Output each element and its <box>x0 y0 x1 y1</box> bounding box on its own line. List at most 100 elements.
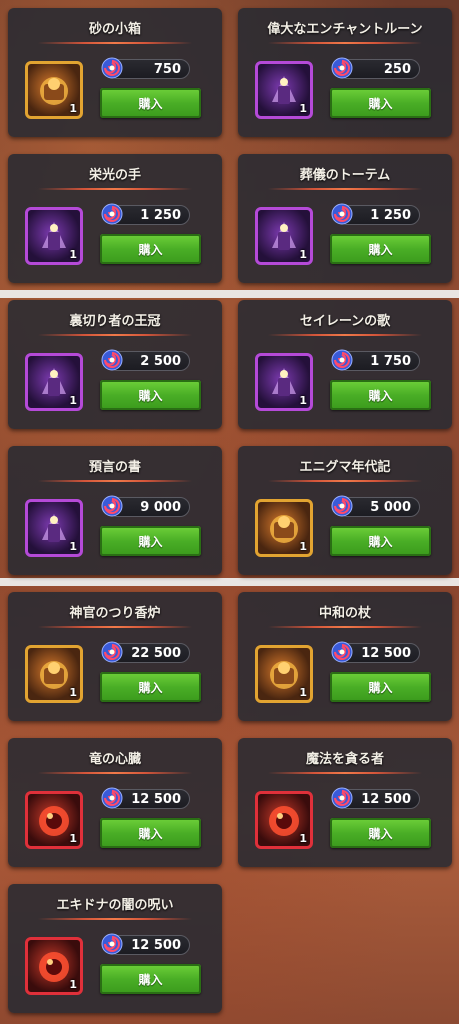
buy-button[interactable]: 購入 <box>330 234 431 264</box>
shop-item-card: セイレーンの歌 1 1 750 購入 <box>238 300 452 429</box>
price-tag: 9 000 <box>101 495 190 517</box>
item-title: 魔法を貪る者 <box>305 752 384 767</box>
shop-item-card: 偉大なエンチャントルーン 1 250 購入 <box>238 8 452 137</box>
enchant-rune-icon[interactable]: 1 <box>255 61 313 119</box>
shop-item-card: 栄光の手 1 1 250 購入 <box>8 154 222 283</box>
crown-icon[interactable]: 1 <box>25 353 83 411</box>
swirl-gem-icon <box>331 57 353 79</box>
price-tag: 12 500 <box>101 933 190 955</box>
section-divider <box>0 578 459 586</box>
price-value: 12 500 <box>361 792 411 807</box>
swirl-gem-icon <box>101 641 123 663</box>
shop-item-card: 砂の小箱 1 750 購入 <box>8 8 222 137</box>
buy-button[interactable]: 購入 <box>100 234 201 264</box>
item-quantity: 1 <box>69 978 77 991</box>
title-separator <box>268 188 422 190</box>
shop-item-card: エキドナの闇の呪い 1 12 500 購入 <box>8 884 222 1013</box>
item-title: 葬儀のトーテム <box>299 168 391 183</box>
section-divider <box>0 290 459 298</box>
price-value: 12 500 <box>131 938 181 953</box>
price-tag: 1 250 <box>101 203 190 225</box>
item-title: 竜の心臓 <box>88 752 141 767</box>
sand-box-icon[interactable]: 1 <box>25 61 83 119</box>
price-value: 1 250 <box>370 208 411 223</box>
item-quantity: 1 <box>299 102 307 115</box>
scroll-icon[interactable]: 1 <box>255 499 313 557</box>
item-quantity: 1 <box>69 540 77 553</box>
buy-button[interactable]: 購入 <box>330 380 431 410</box>
title-separator <box>268 480 422 482</box>
censer-icon[interactable]: 1 <box>25 645 83 703</box>
buy-button[interactable]: 購入 <box>330 818 431 848</box>
swirl-gem-icon <box>101 57 123 79</box>
prophecy-book-icon[interactable]: 1 <box>25 499 83 557</box>
title-separator <box>38 626 192 628</box>
price-tag: 22 500 <box>101 641 190 663</box>
price-value: 9 000 <box>140 500 181 515</box>
item-quantity: 1 <box>299 832 307 845</box>
item-quantity: 1 <box>69 394 77 407</box>
price-tag: 5 000 <box>331 495 420 517</box>
title-separator <box>38 918 192 920</box>
swirl-gem-icon <box>331 641 353 663</box>
dragon-heart-icon[interactable]: 1 <box>25 791 83 849</box>
price-value: 750 <box>153 62 181 77</box>
title-separator <box>268 334 422 336</box>
title-separator <box>38 480 192 482</box>
buy-button[interactable]: 購入 <box>330 526 431 556</box>
candle-hand-icon[interactable]: 1 <box>25 207 83 265</box>
title-separator <box>268 772 422 774</box>
title-separator <box>38 772 192 774</box>
item-quantity: 1 <box>299 686 307 699</box>
title-separator <box>38 42 192 44</box>
item-title: 栄光の手 <box>88 168 141 183</box>
buy-button[interactable]: 購入 <box>100 526 201 556</box>
price-value: 1 750 <box>370 354 411 369</box>
swirl-gem-icon <box>331 349 353 371</box>
item-quantity: 1 <box>299 248 307 261</box>
price-tag: 1 750 <box>331 349 420 371</box>
price-tag: 250 <box>331 57 420 79</box>
buy-button[interactable]: 購入 <box>100 380 201 410</box>
price-value: 2 500 <box>140 354 181 369</box>
title-separator <box>38 334 192 336</box>
buy-button[interactable]: 購入 <box>100 964 201 994</box>
item-title: 中和の杖 <box>318 606 371 621</box>
buy-button[interactable]: 購入 <box>330 672 431 702</box>
title-separator <box>268 42 422 44</box>
shop-item-card: 裏切り者の王冠 1 2 500 購入 <box>8 300 222 429</box>
shop-item-card: 竜の心臓 1 12 500 購入 <box>8 738 222 867</box>
item-quantity: 1 <box>299 394 307 407</box>
staff-icon[interactable]: 1 <box>255 645 313 703</box>
swirl-gem-icon <box>101 933 123 955</box>
item-title: 砂の小箱 <box>88 22 141 37</box>
buy-button[interactable]: 購入 <box>330 88 431 118</box>
magic-devourer-icon[interactable]: 1 <box>255 791 313 849</box>
swirl-gem-icon <box>331 203 353 225</box>
shop-item-card: 魔法を貪る者 1 12 500 購入 <box>238 738 452 867</box>
price-tag: 2 500 <box>101 349 190 371</box>
swirl-gem-icon <box>101 495 123 517</box>
shop-item-card: エニグマ年代記 1 5 000 購入 <box>238 446 452 575</box>
price-value: 250 <box>383 62 411 77</box>
item-quantity: 1 <box>69 102 77 115</box>
item-quantity: 1 <box>299 540 307 553</box>
price-tag: 750 <box>101 57 190 79</box>
price-value: 5 000 <box>370 500 411 515</box>
price-tag: 12 500 <box>101 787 190 809</box>
buy-button[interactable]: 購入 <box>100 672 201 702</box>
swirl-gem-icon <box>101 787 123 809</box>
item-quantity: 1 <box>69 686 77 699</box>
flute-icon[interactable]: 1 <box>255 353 313 411</box>
buy-button[interactable]: 購入 <box>100 818 201 848</box>
dark-curse-icon[interactable]: 1 <box>25 937 83 995</box>
item-title: 裏切り者の王冠 <box>69 314 161 329</box>
price-tag: 12 500 <box>331 641 420 663</box>
price-value: 22 500 <box>131 646 181 661</box>
item-title: 偉大なエンチャントルーン <box>267 22 423 37</box>
buy-button[interactable]: 購入 <box>100 88 201 118</box>
item-quantity: 1 <box>69 832 77 845</box>
swirl-gem-icon <box>101 349 123 371</box>
totem-icon[interactable]: 1 <box>255 207 313 265</box>
item-title: エキドナの闇の呪い <box>56 898 174 913</box>
